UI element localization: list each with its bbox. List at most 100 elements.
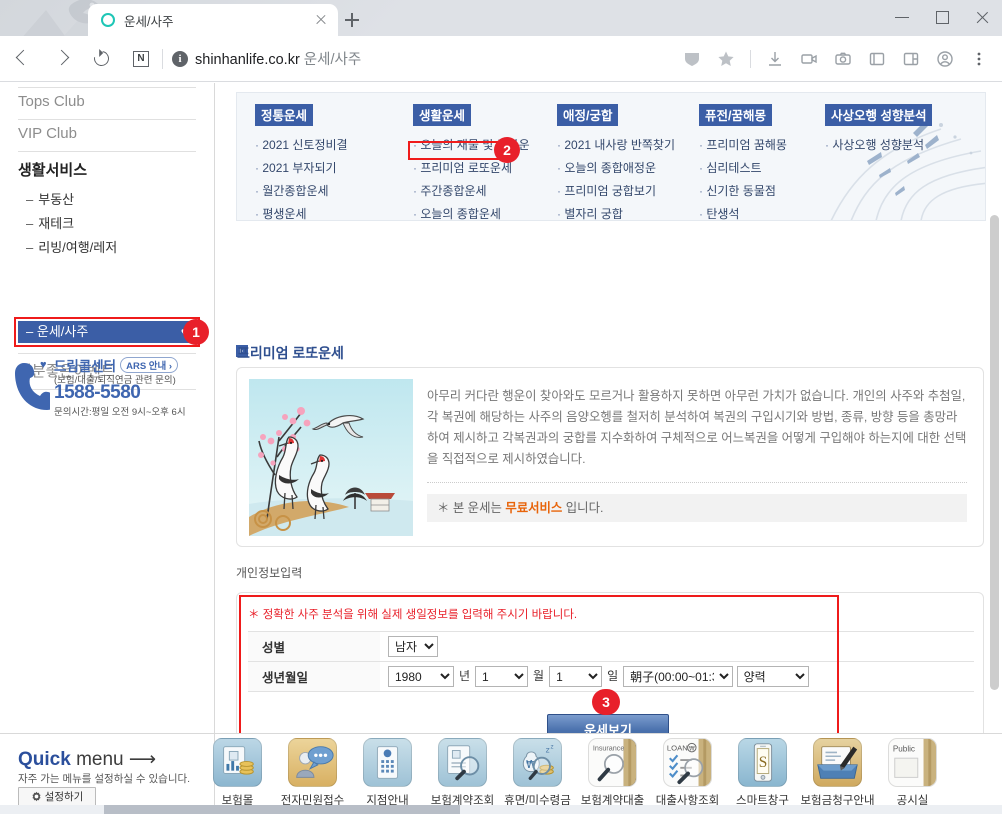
minimize-button[interactable]	[882, 0, 922, 36]
free-notice-suffix: 입니다.	[562, 501, 604, 515]
menu-column-fusion: 퓨전/꿈해몽 프리미엄 꿈해몽 심리테스트 신기한 동물점 탄생석 탄생화	[699, 104, 787, 220]
sidebar-item-living[interactable]: – 리빙/여행/레저	[26, 237, 117, 256]
menu-column-list: 2021 내사랑 반쪽찾기 오늘의 종합애정운 프리미엄 궁합보기 별자리 궁합…	[557, 136, 675, 220]
sidebar-rule	[18, 119, 196, 120]
sidebar-icon[interactable]	[863, 45, 891, 73]
sidebar-item-tops-club[interactable]: Tops Club	[18, 93, 85, 110]
svg-text:LOAN: LOAN	[667, 744, 688, 753]
sidebar-section-title: 생활서비스	[18, 162, 88, 179]
fortune-menu-panel: 정통운세 2021 신토정비결 2021 부자되기 월간종합운세 평생운세 생활…	[236, 92, 986, 221]
claim-guide-icon	[813, 738, 862, 787]
annotation-highlight-2	[408, 141, 508, 160]
menu-item[interactable]: 프리미엄 궁합보기	[557, 182, 675, 199]
free-notice-prefix: ＊ 본 운세는	[437, 501, 506, 515]
quick-menu-item-policy-loan[interactable]: Insurance 보험계약대출	[575, 738, 650, 808]
menu-column-header: 애정/궁합	[557, 104, 619, 126]
new-tab-button[interactable]	[340, 8, 364, 32]
sidebar-rule	[18, 353, 196, 354]
menu-column-header: 생활운세	[413, 104, 472, 126]
ars-badge[interactable]: ARS 안내 ›	[120, 357, 179, 373]
horizontal-scrollbar-thumb[interactable]	[104, 805, 460, 814]
dash-icon: –	[26, 216, 34, 231]
menu-item[interactable]: 2021 부자되기	[255, 159, 348, 176]
menu-item[interactable]: 별자리 궁합	[557, 205, 675, 220]
close-icon[interactable]	[312, 11, 330, 29]
quick-menu-item-branch-guide[interactable]: 지점안내	[350, 738, 425, 808]
divider	[427, 482, 967, 483]
annotation-badge-2: 2	[494, 137, 520, 163]
video-capture-icon[interactable]	[795, 45, 823, 73]
quick-menu-item-claim-guide[interactable]: 보험금청구안내	[800, 738, 875, 808]
free-service-notice: ＊ 본 운세는 무료서비스 입니다.	[427, 494, 967, 522]
split-view-icon[interactable]	[897, 45, 925, 73]
forward-icon[interactable]	[48, 44, 78, 74]
scrollbar-thumb[interactable]	[990, 215, 999, 690]
naver-letter: N	[133, 50, 149, 67]
menu-item[interactable]: 탄생석	[699, 205, 787, 220]
profile-icon[interactable]	[931, 45, 959, 73]
screenshot-icon[interactable]	[829, 45, 857, 73]
more-menu-icon[interactable]	[965, 45, 993, 73]
menu-column-sasang: 사상오행 성향분석 사상오행 성향분석	[825, 104, 933, 159]
window-controls	[882, 0, 1002, 36]
menu-item[interactable]: 신기한 동물점	[699, 182, 787, 199]
smart-counter-icon: S	[738, 738, 787, 787]
sidebar-item-label: 재테크	[38, 216, 75, 231]
window-close-button[interactable]	[962, 0, 1002, 36]
svg-text:Insurance: Insurance	[593, 744, 625, 753]
crane-illustration	[249, 379, 413, 536]
menu-item[interactable]: 심리테스트	[699, 159, 787, 176]
menu-item[interactable]: 평생운세	[255, 205, 348, 220]
browser-tab[interactable]: 운세/사주	[88, 4, 338, 36]
reload-icon[interactable]	[87, 44, 117, 74]
browser-nav-bar: N i shinhanlife.co.kr 운세/사주	[0, 36, 1002, 82]
menu-item[interactable]: 월간종합운세	[255, 182, 348, 199]
quick-menu-item-disclosure[interactable]: Public 공시실	[875, 738, 950, 808]
menu-column-list: 사상오행 성향분석	[825, 136, 932, 153]
tab-title: 운세/사주	[124, 14, 174, 29]
quick-menu-settings-button[interactable]: 설정하기	[18, 787, 96, 806]
quick-menu-item-e-complaint[interactable]: 전자민원접수	[275, 738, 350, 808]
menu-column-header: 사상오행 성향분석	[825, 104, 933, 126]
menu-item[interactable]: 오늘의 종합애정운	[557, 159, 675, 176]
star-icon[interactable]	[712, 45, 740, 73]
maximize-button[interactable]	[922, 0, 962, 36]
url-path: 운세/사주	[303, 52, 362, 68]
shield-icon[interactable]	[678, 45, 706, 73]
sidebar-item-vip-club[interactable]: VIP Club	[18, 125, 77, 142]
quick-menu-item-dormant-money[interactable]: ₩ z z 휴면/미수령금	[500, 738, 575, 808]
disclosure-icon: Public	[888, 738, 937, 787]
menu-item[interactable]: 사상오행 성향분석	[825, 136, 932, 153]
menu-item[interactable]: 프리미엄 꿈해몽	[699, 136, 787, 153]
menu-item[interactable]: 주간종합운세	[413, 182, 530, 199]
back-icon[interactable]	[9, 44, 39, 74]
quick-menu-subtitle: 자주 가는 메뉴를 설정하실 수 있습니다.	[18, 773, 191, 785]
sidebar-item-realestate[interactable]: – 부동산	[26, 189, 74, 208]
e-complaint-icon	[288, 738, 337, 787]
description-text: 아무리 커다란 행운이 찾아와도 모르거나 활용하지 못하면 아무런 가치가 없…	[427, 389, 967, 466]
menu-item[interactable]: 2021 신토정비결	[255, 136, 347, 153]
quick-menu-item-insurance-mall[interactable]: 보험몰	[200, 738, 275, 808]
call-center-phone: 1588-5580	[54, 382, 141, 403]
svg-text:Public: Public	[893, 744, 915, 753]
site-info-icon[interactable]: i	[172, 50, 188, 67]
quick-menu-item-policy-lookup[interactable]: 보험계약조회	[425, 738, 500, 808]
menu-item[interactable]: 2021 내사랑 반쪽찾기	[557, 136, 675, 153]
address-bar[interactable]: shinhanlife.co.kr 운세/사주	[195, 48, 361, 69]
menu-column-love: 애정/궁합 2021 내사랑 반쪽찾기 오늘의 종합애정운 프리미엄 궁합보기 …	[557, 104, 675, 220]
sidebar-item-label: 리빙/여행/레저	[38, 240, 118, 255]
settings-label: 설정하기	[44, 791, 84, 803]
naver-shortcut-icon[interactable]: N	[126, 44, 156, 74]
menu-column-list: 2021 신토정비결 2021 부자되기 월간종합운세 평생운세	[255, 136, 348, 220]
quick-menu-item-loan-lookup[interactable]: LOAN ₩ 대출사항조회	[650, 738, 725, 808]
download-icon[interactable]	[761, 45, 789, 73]
vertical-scrollbar[interactable]	[987, 83, 1002, 733]
sidebar-item-finance[interactable]: – 재테크	[26, 213, 74, 232]
menu-column-life: 생활운세 오늘의 재물 및 투자운 프리미엄 로또운세 주간종합운세 오늘의 종…	[413, 104, 530, 220]
menu-item[interactable]: 오늘의 종합운세	[413, 205, 530, 220]
quick-menu-item-smart-counter[interactable]: S 스마트창구	[725, 738, 800, 808]
toolbar-actions	[675, 45, 1002, 73]
url-domain: shinhanlife.co.kr	[195, 52, 300, 68]
insurance-mall-icon	[213, 738, 262, 787]
quick-menu-title-strong: Quick	[18, 749, 71, 770]
